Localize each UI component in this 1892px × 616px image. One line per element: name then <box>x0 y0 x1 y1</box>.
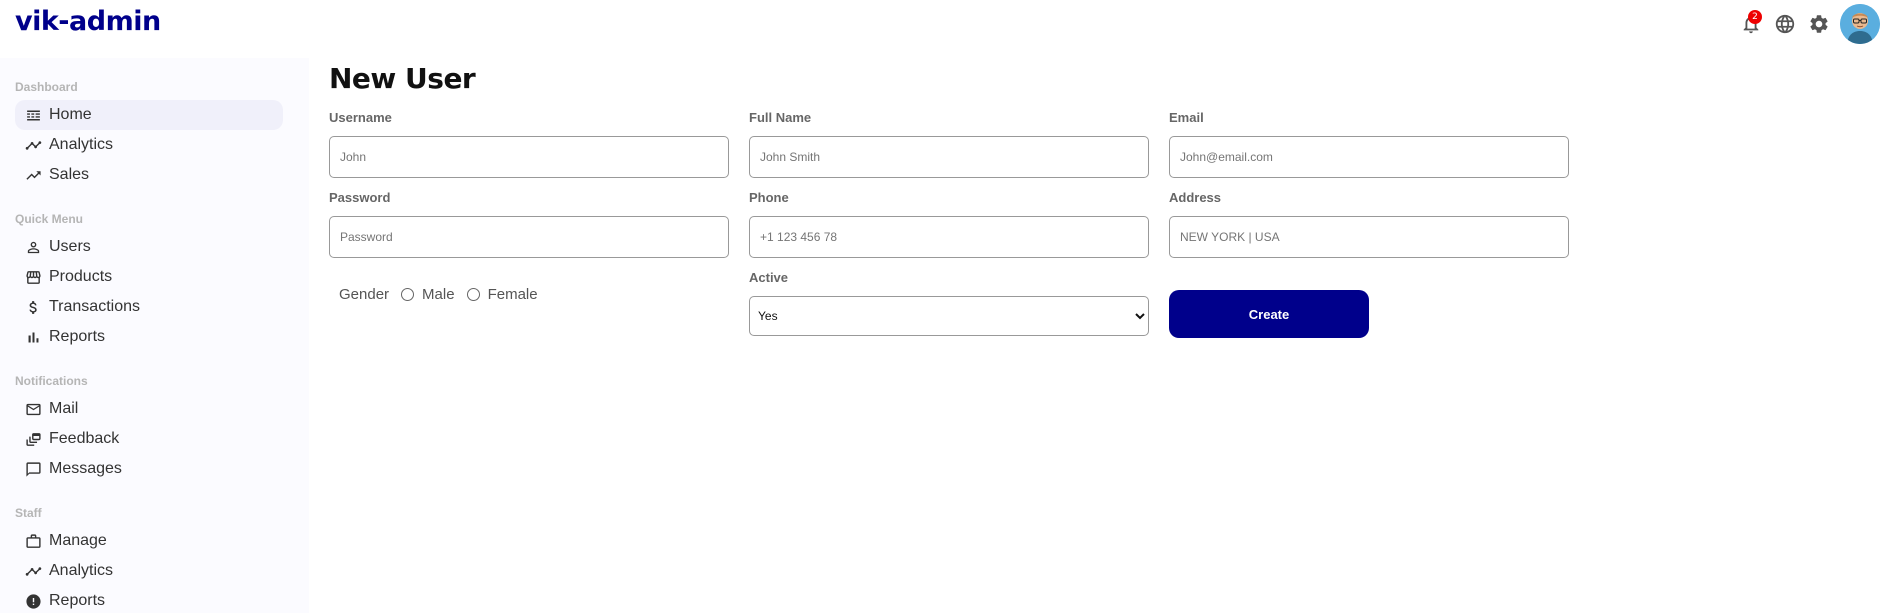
sidebar-item-home[interactable]: Home <box>15 100 283 130</box>
language-button[interactable] <box>1768 7 1802 41</box>
avatar-portrait-icon <box>1840 4 1880 44</box>
settings-button[interactable] <box>1802 7 1836 41</box>
dynamic-feed-icon <box>26 432 41 446</box>
bar-chart-icon <box>28 332 39 342</box>
gender-male-radio[interactable] <box>401 288 415 301</box>
person-icon <box>27 241 40 253</box>
sidebar-item-reports[interactable]: Reports <box>15 322 283 352</box>
active-field: Active Yes <box>749 270 1149 336</box>
sidebar-item-label: Analytics <box>49 562 114 579</box>
phone-label: Phone <box>749 190 789 205</box>
gear-icon <box>1810 15 1828 33</box>
notification-badge: 2 <box>1748 10 1762 24</box>
address-field: Address <box>1169 190 1569 258</box>
storefront-icon <box>26 270 41 284</box>
sidebar-section-title: Staff <box>15 506 42 520</box>
gender-female-label[interactable]: Female <box>488 286 538 303</box>
sidebar-item-label: Home <box>49 106 92 123</box>
username-field: Username <box>329 110 729 178</box>
timeline-icon <box>25 566 42 576</box>
new-user-form: Username Full Name Email Password Phone … <box>329 110 1869 360</box>
sidebar: Dashboard Home Analytics Sales Quick Men… <box>0 58 309 613</box>
phone-input[interactable] <box>749 216 1149 258</box>
sidebar-item-label: Analytics <box>49 136 114 153</box>
sidebar-item-label: Products <box>49 268 113 285</box>
gender-female-radio[interactable] <box>466 288 480 301</box>
sidebar-item-label: Mail <box>49 400 79 417</box>
sidebar-item-transactions[interactable]: Transactions <box>15 292 283 322</box>
username-input[interactable] <box>329 136 729 178</box>
username-label: Username <box>329 110 392 125</box>
gender-group: Gender Male Female <box>339 286 538 303</box>
sidebar-item-label: Feedback <box>49 430 120 447</box>
report-icon <box>26 593 41 609</box>
sidebar-item-label: Reports <box>49 328 106 345</box>
email-label: Email <box>1169 110 1204 125</box>
sidebar-item-staff-analytics[interactable]: Analytics <box>15 556 283 586</box>
gender-male-label[interactable]: Male <box>422 286 455 303</box>
sidebar-section-quick-menu: Quick Menu Users Products Transactions R… <box>15 212 309 352</box>
home-icon <box>27 110 40 120</box>
dollar-icon <box>29 300 37 314</box>
timeline-icon <box>25 140 42 150</box>
chat-bubble-icon <box>26 461 41 477</box>
sidebar-item-staff-reports[interactable]: Reports <box>15 586 283 616</box>
work-icon <box>26 533 41 548</box>
sidebar-item-label: Transactions <box>49 298 140 315</box>
active-label: Active <box>749 270 789 285</box>
sidebar-item-products[interactable]: Products <box>15 262 283 292</box>
sidebar-section-title: Quick Menu <box>15 212 84 226</box>
sidebar-item-label: Manage <box>49 532 107 549</box>
sidebar-section-notifications: Notifications Mail Feedback Messages <box>15 374 309 484</box>
sidebar-item-users[interactable]: Users <box>15 232 283 262</box>
user-avatar[interactable] <box>1840 4 1880 44</box>
sidebar-item-feedback[interactable]: Feedback <box>15 424 283 454</box>
full-name-label: Full Name <box>749 110 812 125</box>
active-select[interactable]: Yes <box>749 296 1149 336</box>
address-input[interactable] <box>1169 216 1569 258</box>
globe-icon <box>1775 14 1795 34</box>
trending-up-icon <box>26 170 41 180</box>
notifications-button[interactable]: 2 <box>1734 7 1768 41</box>
sidebar-item-manage[interactable]: Manage <box>15 526 283 556</box>
sidebar-item-label: Users <box>49 238 91 255</box>
full-name-input[interactable] <box>749 136 1149 178</box>
mail-icon <box>26 403 41 415</box>
sidebar-item-label: Sales <box>49 166 90 183</box>
email-input[interactable] <box>1169 136 1569 178</box>
topbar: vik-admin 2 <box>0 0 1892 50</box>
password-input[interactable] <box>329 216 729 258</box>
sidebar-item-mail[interactable]: Mail <box>15 394 283 424</box>
password-field: Password <box>329 190 729 258</box>
sidebar-item-analytics[interactable]: Analytics <box>15 130 283 160</box>
app-logo[interactable]: vik-admin <box>15 6 161 37</box>
main-content: New User Username Full Name Email Passwo… <box>329 58 1869 360</box>
sidebar-item-label: Reports <box>49 592 106 609</box>
password-label: Password <box>329 190 391 205</box>
sidebar-section-dashboard: Dashboard Home Analytics Sales <box>15 80 309 190</box>
sidebar-item-messages[interactable]: Messages <box>15 454 283 484</box>
sidebar-section-title: Dashboard <box>15 80 78 94</box>
full-name-field: Full Name <box>749 110 1149 178</box>
sidebar-section-title: Notifications <box>15 374 88 388</box>
sidebar-section-staff: Staff Manage Analytics Reports <box>15 506 309 616</box>
email-field: Email <box>1169 110 1569 178</box>
create-button[interactable]: Create <box>1169 290 1369 338</box>
topbar-icons: 2 <box>1734 4 1880 44</box>
gender-label: Gender <box>339 286 390 303</box>
sidebar-item-sales[interactable]: Sales <box>15 160 283 190</box>
phone-field: Phone <box>749 190 1149 258</box>
sidebar-item-label: Messages <box>49 460 122 477</box>
page-title: New User <box>329 62 476 95</box>
address-label: Address <box>1169 190 1222 205</box>
